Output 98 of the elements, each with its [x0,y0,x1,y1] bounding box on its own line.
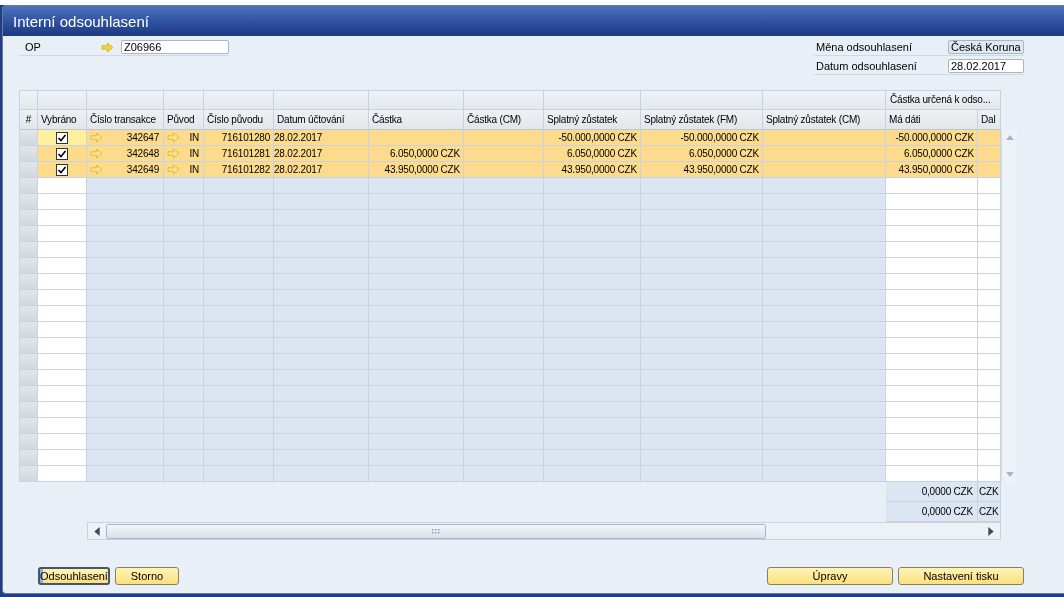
row-header[interactable] [19,402,38,418]
table-cell [978,162,1001,178]
table-cell: 6.050,0000 CZK [886,146,978,162]
header-cell [19,90,38,110]
table-cell: 6.050,0000 CZK [369,146,464,162]
table-cell: 28.02.2017 [274,146,369,162]
table-cell: 43.950,0000 CZK [886,162,978,178]
column-group-header: Částka určená k odso... [886,90,1001,110]
row-header[interactable] [19,450,38,466]
table-cell: 716101282 [204,162,274,178]
row-header[interactable] [19,290,38,306]
column-header[interactable]: Splatný zůstatek (CM) [763,110,886,130]
scroll-down-icon[interactable] [1004,472,1015,478]
dialog-button[interactable]: Úpravy [767,567,893,585]
link-arrow-icon[interactable] [167,149,180,158]
dialog-button[interactable]: Storno [115,567,179,585]
row-header[interactable] [19,386,38,402]
scroll-up-icon[interactable] [1004,134,1015,140]
column-header[interactable]: Splatný zůstatek (FM) [641,110,763,130]
column-header[interactable]: Splatný zůstatek [544,110,641,130]
link-arrow-icon[interactable] [167,133,180,142]
table-cell: 716101280 [204,130,274,146]
row-header[interactable] [19,258,38,274]
total-cell: 0,0000 CZK [886,502,978,522]
row-header[interactable] [19,242,38,258]
field-label: Datum odsouhlasení [815,60,917,72]
table-cell: 28.02.2017 [274,130,369,146]
cell-text: IN [188,132,199,143]
cell-text: IN [188,164,199,175]
link-arrow-icon[interactable] [90,133,103,142]
table-cell: 6.050,0000 CZK [641,146,763,162]
horizontal-scrollbar[interactable] [87,522,1001,540]
column-header[interactable]: Dal [978,110,1001,130]
column-header[interactable]: Částka (CM) [464,110,544,130]
link-arrow-icon[interactable] [167,165,180,174]
link-arrow-icon[interactable] [90,149,103,158]
row-header[interactable] [19,322,38,338]
total-cell: CZK [978,502,1001,522]
op-field[interactable]: Z06966 [121,40,229,54]
link-arrow-icon[interactable] [101,42,114,52]
column-header[interactable]: Původ [164,110,204,130]
row-header[interactable] [19,338,38,354]
dialog-button[interactable]: Odsouhlasení [38,567,110,585]
window-title: Interní odsouhlasení [13,12,149,30]
total-cell: CZK [978,482,1001,502]
row-header[interactable] [19,194,38,210]
field-label: Měna odsouhlasení [815,41,912,53]
column-header[interactable]: Má dáti [886,110,978,130]
table-cell: -50.000,0000 CZK [544,130,641,146]
cell-text: 342648 [125,148,159,159]
row-header[interactable] [19,418,38,434]
table-cell [978,130,1001,146]
table-cell: 43.950,0000 CZK [369,162,464,178]
row-header[interactable] [19,370,38,386]
column-header[interactable]: # [19,110,38,130]
header-cell [204,90,274,110]
table-cell: 716101281 [204,146,274,162]
table-cell [978,146,1001,162]
table-cell: -50.000,0000 CZK [641,130,763,146]
scroll-left-icon[interactable] [94,526,100,536]
table-cell: 6.050,0000 CZK [544,146,641,162]
table-cell: -50.000,0000 CZK [886,130,978,146]
row-header[interactable] [19,306,38,322]
checkbox[interactable] [56,163,68,176]
checkbox[interactable] [56,147,68,160]
row-header[interactable] [19,130,38,146]
row-header[interactable] [19,178,38,194]
link-arrow-icon[interactable] [90,165,103,174]
field-label: OP [24,41,42,53]
cell-text: 342649 [125,164,159,175]
row-header[interactable] [19,146,38,162]
column-header[interactable]: Datum účtování [274,110,369,130]
cell-text: IN [188,148,199,159]
column-header[interactable]: Částka [369,110,464,130]
row-header[interactable] [19,354,38,370]
cell-text: 342647 [125,132,159,143]
column-header[interactable]: Vybráno [38,110,87,130]
currency-field[interactable]: Česká Koruna [948,40,1024,54]
date-field[interactable]: 28.02.2017 [948,59,1024,73]
row-header[interactable] [19,466,38,482]
dialog-button[interactable]: Nastavení tisku [898,567,1024,585]
table-cell: 43.950,0000 CZK [544,162,641,178]
row-header[interactable] [19,434,38,450]
column-header[interactable]: Číslo transakce [87,110,164,130]
scroll-right-icon[interactable] [988,526,994,536]
total-cell: 0,0000 CZK [886,482,978,502]
row-header[interactable] [19,274,38,290]
header-cell [164,90,204,110]
table-cell: 43.950,0000 CZK [641,162,763,178]
row-header[interactable] [19,210,38,226]
header-cell [38,90,87,110]
vertical-scrollbar[interactable] [1001,130,1017,482]
scroll-thumb[interactable] [106,523,766,539]
table-cell: 28.02.2017 [274,162,369,178]
row-header[interactable] [19,226,38,242]
checkbox[interactable] [56,131,68,144]
row-header[interactable] [19,162,38,178]
column-header[interactable]: Číslo původu [204,110,274,130]
